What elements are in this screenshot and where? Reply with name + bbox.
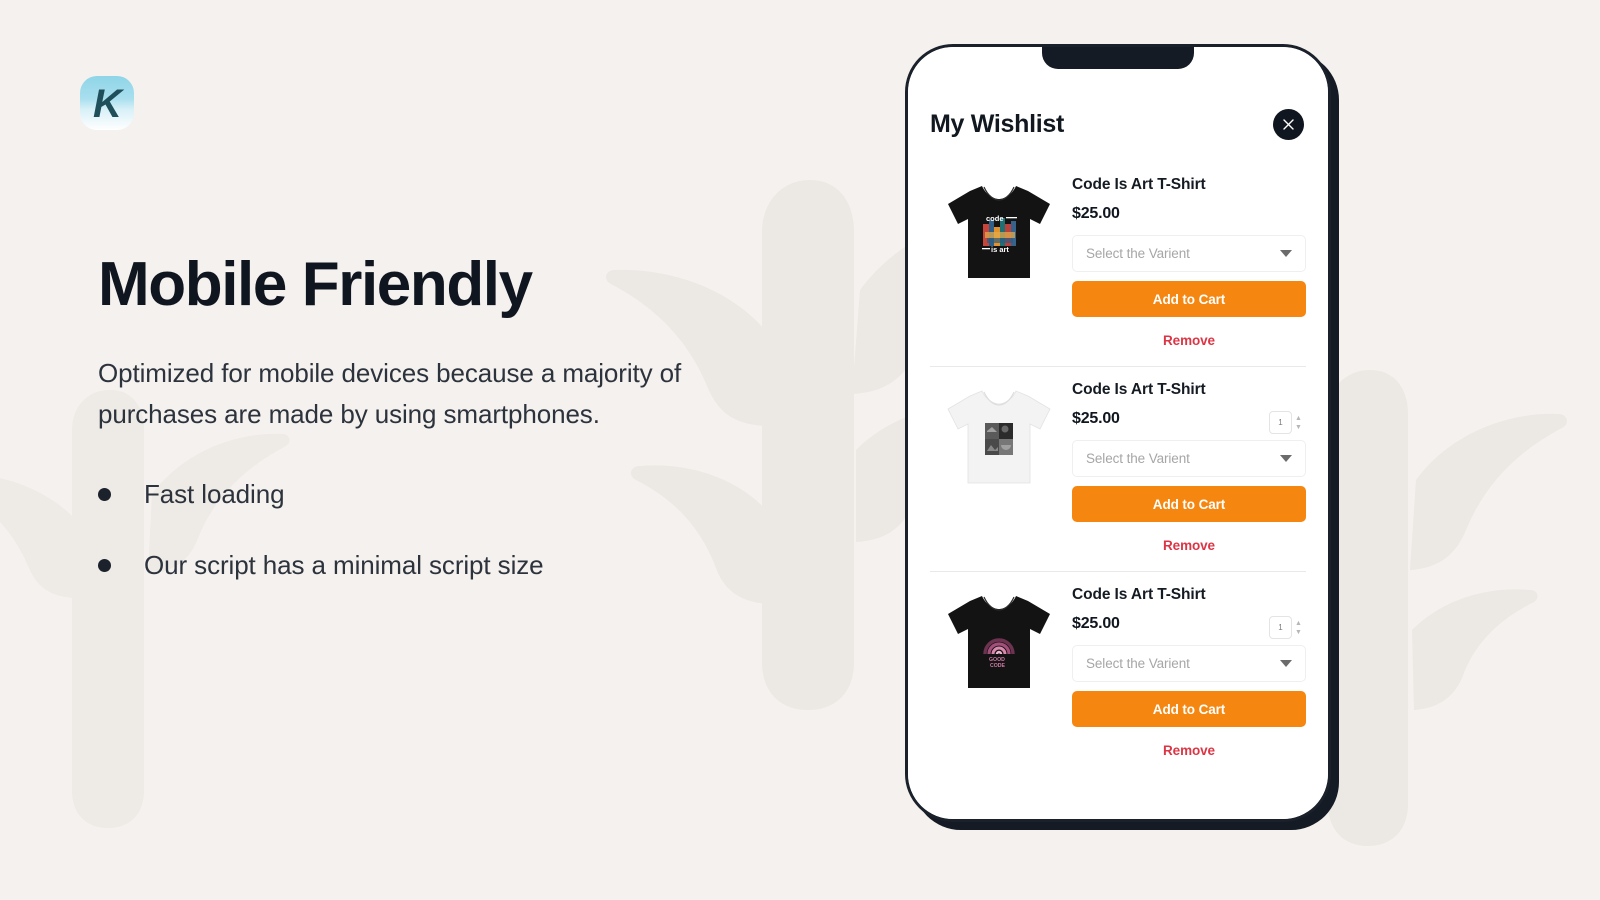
- bullet-dot-icon: [98, 559, 111, 573]
- add-to-cart-button[interactable]: Add to Cart: [1072, 281, 1306, 317]
- product-name: Code Is Art T-Shirt: [1072, 381, 1206, 398]
- quantity-decrement-icon[interactable]: ▼: [1295, 423, 1302, 432]
- variant-placeholder: Select the Varient: [1086, 451, 1190, 466]
- quantity-stepper[interactable]: 1 ▲ ▼: [1269, 411, 1304, 434]
- wishlist-item: code is art Code Is Art T-Shirt $25.00 S…: [930, 162, 1306, 367]
- tshirt-black-code-is-art-icon: code is art: [948, 186, 1050, 278]
- chevron-down-icon: [1280, 250, 1292, 257]
- variant-select[interactable]: Select the Varient: [1072, 645, 1306, 682]
- list-item: Our script has a minimal script size: [98, 550, 738, 581]
- product-price: $25.00: [1072, 205, 1120, 222]
- feature-label: Fast loading: [144, 479, 285, 510]
- tshirt-black-rainbow-good-code-icon: GOOD CODE: [948, 596, 1050, 688]
- product-info: Code Is Art T-Shirt $25.00 1 ▲ ▼ Select …: [1068, 381, 1306, 553]
- product-thumbnail[interactable]: [930, 381, 1068, 553]
- wishlist-title: My Wishlist: [930, 110, 1064, 138]
- page-description: Optimized for mobile devices because a m…: [98, 357, 682, 430]
- product-thumbnail[interactable]: code is art: [930, 176, 1068, 348]
- variant-select[interactable]: Select the Varient: [1072, 440, 1306, 477]
- wishlist-items: code is art Code Is Art T-Shirt $25.00 S…: [930, 162, 1306, 776]
- quantity-stepper[interactable]: 1 ▲ ▼: [1269, 616, 1304, 639]
- feature-label: Our script has a minimal script size: [144, 550, 544, 581]
- quantity-increment-icon[interactable]: ▲: [1295, 414, 1302, 423]
- quantity-increment-icon[interactable]: ▲: [1295, 619, 1302, 628]
- phone-mockup: My Wishlist code is art Code Is Art T-Sh…: [905, 44, 1339, 830]
- tshirt-white-photo-grid-icon: [947, 390, 1051, 484]
- wishlist-item: GOOD CODE Code Is Art T-Shirt $25.00 1 ▲…: [930, 572, 1306, 776]
- chevron-down-icon: [1280, 455, 1292, 462]
- remove-link[interactable]: Remove: [1072, 743, 1306, 758]
- bullet-dot-icon: [98, 488, 111, 502]
- list-item: Fast loading: [98, 479, 738, 510]
- remove-link[interactable]: Remove: [1072, 538, 1306, 553]
- quantity-input[interactable]: 1: [1269, 616, 1292, 639]
- product-info: Code Is Art T-Shirt $25.00 1 ▲ ▼ Select …: [1068, 586, 1306, 758]
- variant-select[interactable]: Select the Varient: [1072, 235, 1306, 272]
- svg-text:code: code: [986, 214, 1004, 223]
- quantity-input[interactable]: 1: [1269, 411, 1292, 434]
- product-name: Code Is Art T-Shirt: [1072, 176, 1206, 193]
- remove-link[interactable]: Remove: [1072, 333, 1306, 348]
- add-to-cart-button[interactable]: Add to Cart: [1072, 691, 1306, 727]
- logo-letter: K: [93, 82, 122, 126]
- product-name: Code Is Art T-Shirt: [1072, 586, 1206, 603]
- page-title: Mobile Friendly: [98, 250, 533, 319]
- phone-frame: My Wishlist code is art Code Is Art T-Sh…: [905, 44, 1331, 822]
- close-x-icon[interactable]: [1273, 109, 1304, 140]
- phone-screen: My Wishlist code is art Code Is Art T-Sh…: [908, 47, 1328, 819]
- quantity-spinner[interactable]: ▲ ▼: [1293, 616, 1304, 639]
- svg-text:CODE: CODE: [990, 663, 1006, 669]
- add-to-cart-button[interactable]: Add to Cart: [1072, 486, 1306, 522]
- quantity-spinner[interactable]: ▲ ▼: [1293, 411, 1304, 434]
- quantity-decrement-icon[interactable]: ▼: [1295, 628, 1302, 637]
- variant-placeholder: Select the Varient: [1086, 246, 1190, 261]
- k-logo-icon: K: [80, 76, 134, 130]
- svg-text:is art: is art: [991, 245, 1009, 254]
- close-x-glyph: [1283, 119, 1294, 130]
- marketing-copy: Mobile Friendly Optimized for mobile dev…: [98, 250, 738, 581]
- variant-placeholder: Select the Varient: [1086, 656, 1190, 671]
- product-info: Code Is Art T-Shirt $25.00 Select the Va…: [1068, 176, 1306, 348]
- phone-notch: [1042, 47, 1194, 69]
- product-thumbnail[interactable]: GOOD CODE: [930, 586, 1068, 758]
- feature-list: Fast loading Our script has a minimal sc…: [98, 479, 738, 581]
- brand-logo[interactable]: K: [80, 76, 134, 130]
- chevron-down-icon: [1280, 660, 1292, 667]
- wishlist-item: Code Is Art T-Shirt $25.00 1 ▲ ▼ Select …: [930, 367, 1306, 572]
